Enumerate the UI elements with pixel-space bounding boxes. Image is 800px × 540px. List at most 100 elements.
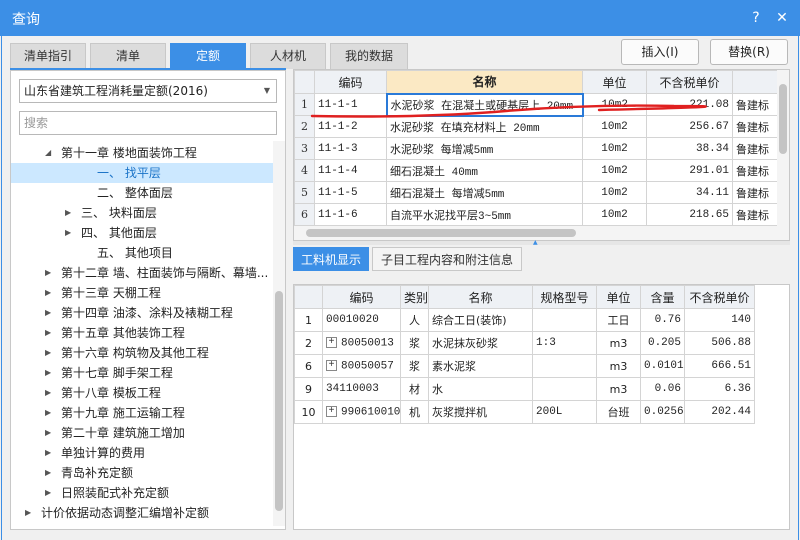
quota-table-vscroll[interactable] [777, 70, 789, 240]
tree-node-label: 第十一章 楼地面装饰工程 [61, 146, 197, 160]
resource-cell-text: 水 [432, 383, 443, 396]
caret-right-icon[interactable]: ▶ [45, 483, 55, 503]
resource-cell-text: m3 [609, 336, 628, 350]
resource-cell-qty: 0.06 [640, 377, 685, 401]
resource-cell-cat: 人 [400, 308, 429, 332]
pane-splitter[interactable]: ▲ [293, 239, 790, 246]
tree-node-label: 第十六章 构筑物及其他工程 [61, 346, 209, 360]
caret-right-icon[interactable]: ▶ [45, 343, 55, 363]
caret-right-icon[interactable]: ▶ [25, 523, 35, 526]
search-input[interactable]: 搜索 [19, 111, 277, 135]
resource-col-header[interactable] [294, 285, 323, 309]
tree-node[interactable]: ▶ 第十七章 脚手架工程 [11, 363, 273, 383]
expand-plus-icon[interactable]: + [326, 359, 337, 371]
tree-node-label: 第十二章 墙、柱面装饰与隔断、幕墙... [61, 266, 269, 280]
tree-node[interactable]: ▶ 青岛补充定额 [11, 463, 273, 483]
resource-col-header[interactable]: 类别 [400, 285, 429, 309]
resource-col-header[interactable]: 单位 [596, 285, 641, 309]
resource-row[interactable]: 9 34110003 材水 m3 0.06 6.36 [294, 377, 755, 401]
caret-right-icon[interactable]: ▶ [45, 443, 55, 463]
window-title: 查询 [12, 12, 40, 28]
caret-right-icon[interactable]: ▶ [45, 463, 55, 483]
tree-node[interactable]: ▶ 第十二章 墙、柱面装饰与隔断、幕墙... [11, 263, 273, 283]
quota-table-hscroll[interactable] [294, 226, 777, 240]
tab-quota[interactable]: 定额 [170, 43, 246, 69]
caret-right-icon[interactable]: ▶ [45, 323, 55, 343]
resource-row[interactable]: 6 +80050057 浆素水泥浆 m3 0.0101 666.51 [294, 354, 755, 378]
help-icon[interactable]: ? [746, 8, 766, 28]
resource-cell-text: 素水泥浆 [432, 360, 476, 373]
resource-col-header[interactable]: 含量 [640, 285, 685, 309]
caret-right-icon[interactable]: ▶ [45, 263, 55, 283]
resource-cell-cat: 机 [400, 400, 429, 424]
tree-node[interactable]: ▶ 日照装配式补充定额 [11, 483, 273, 503]
tree-scrollbar-thumb[interactable] [275, 291, 283, 511]
tree-node[interactable]: ▶ 第十五章 其他装饰工程 [11, 323, 273, 343]
resource-cell-text: 灰浆搅拌机 [432, 406, 487, 419]
resource-cell-text: 浆 [409, 360, 420, 373]
caret-right-icon[interactable]: ▶ [45, 423, 55, 443]
tree-node-label: 第二十章 建筑施工增加 [61, 426, 185, 440]
resource-col-header[interactable]: 规格型号 [532, 285, 597, 309]
tree-node[interactable]: 二、 整体面层 [11, 183, 273, 203]
tree-node-label: 第十八章 模板工程 [61, 386, 161, 400]
caret-right-icon[interactable]: ▶ [45, 283, 55, 303]
resource-cell-n: 10 [294, 400, 323, 424]
tree-node[interactable]: ◢ 第十一章 楼地面装饰工程 [11, 143, 273, 163]
tree-node[interactable]: ▶ 第十四章 油漆、涂料及裱糊工程 [11, 303, 273, 323]
tab-my-data[interactable]: 我的数据 [330, 43, 408, 69]
resource-cell-name: 素水泥浆 [428, 354, 533, 378]
caret-down-icon[interactable]: ◢ [45, 143, 55, 163]
resource-col-header[interactable]: 不含税单价 [684, 285, 755, 309]
caret-right-icon[interactable]: ▶ [25, 503, 35, 523]
tree-node[interactable]: 五、 其他项目 [11, 243, 273, 263]
tree-node[interactable]: ▶ 单独计算的费用 [11, 443, 273, 463]
tab-item-content-notes[interactable]: 子目工程内容和附注信息 [372, 247, 522, 271]
tab-resource-display[interactable]: 工料机显示 [293, 247, 369, 271]
resource-cell-text: 200L [536, 406, 563, 418]
tree-node[interactable]: ▶ 第十三章 天棚工程 [11, 283, 273, 303]
tree-node[interactable]: ▶ 计价依据动态调整汇编增补定额 [11, 503, 273, 523]
tab-labor-material-machine[interactable]: 人材机 [250, 43, 326, 69]
resource-cell-text: 机 [409, 406, 420, 419]
resource-col-header[interactable]: 编码 [322, 285, 401, 309]
caret-right-icon[interactable]: ▶ [45, 383, 55, 403]
insert-button[interactable]: 插入(I) [621, 39, 699, 65]
resource-cell-text: m3 [609, 382, 628, 396]
resource-cell-text: 0.76 [654, 314, 681, 326]
tree-node[interactable]: ▶ 三、 块料面层 [11, 203, 273, 223]
resource-row[interactable]: 2 +80050013 浆水泥抹灰砂浆 1:3 m3 0.205 506.88 [294, 331, 755, 355]
resource-cell-text: 666.51 [711, 360, 751, 372]
close-icon[interactable]: ✕ [772, 8, 792, 28]
replace-button[interactable]: 替换(R) [710, 39, 788, 65]
tab-list-guide[interactable]: 清单指引 [10, 43, 86, 69]
caret-right-icon[interactable]: ▶ [45, 303, 55, 323]
caret-right-icon[interactable]: ▶ [45, 403, 55, 423]
tree-node[interactable]: ▶ 第二十章 建筑施工增加 [11, 423, 273, 443]
caret-right-icon[interactable]: ▶ [65, 203, 75, 223]
resource-row[interactable]: 1 00010020 人综合工日(装饰) 工日 0.76 140 [294, 308, 755, 332]
splitter-arrow-icon: ▲ [533, 239, 538, 246]
quota-table-vscroll-thumb[interactable] [779, 84, 787, 154]
resource-col-header[interactable]: 名称 [428, 285, 533, 309]
quota-table-hscroll-thumb[interactable] [306, 229, 576, 237]
tree-node-label: 单独计算的费用 [61, 446, 146, 460]
resource-row[interactable]: 10 +990610010 机灰浆搅拌机 200L 台班 0.0256 202.44 [294, 400, 755, 424]
tree-scrollbar[interactable] [273, 141, 285, 526]
expand-plus-icon[interactable]: + [326, 405, 337, 417]
tree-node[interactable]: ▶ 第十八章 模板工程 [11, 383, 273, 403]
tree-node[interactable]: ▶ 第十六章 构筑物及其他工程 [11, 343, 273, 363]
quota-library-dropdown[interactable]: 山东省建筑工程消耗量定额(2016) ▼ [19, 79, 277, 103]
tree-node[interactable]: ▶ 四、 其他面层 [11, 223, 273, 243]
resource-cell-unit: 工日 [596, 308, 641, 332]
tree-node[interactable]: ▶ 山东省建筑工程消耗量定额... [11, 523, 273, 526]
tree-node[interactable]: 一、 找平层 [11, 163, 273, 183]
caret-right-icon[interactable]: ▶ [65, 223, 75, 243]
tree-node[interactable]: ▶ 第十九章 施工运输工程 [11, 403, 273, 423]
tab-list[interactable]: 清单 [90, 43, 166, 69]
resource-cell-code: +80050057 [322, 354, 401, 378]
tree-node-label: 四、 其他面层 [81, 226, 157, 240]
tree-node-label: 第十九章 施工运输工程 [61, 406, 185, 420]
expand-plus-icon[interactable]: + [326, 336, 337, 348]
caret-right-icon[interactable]: ▶ [45, 363, 55, 383]
